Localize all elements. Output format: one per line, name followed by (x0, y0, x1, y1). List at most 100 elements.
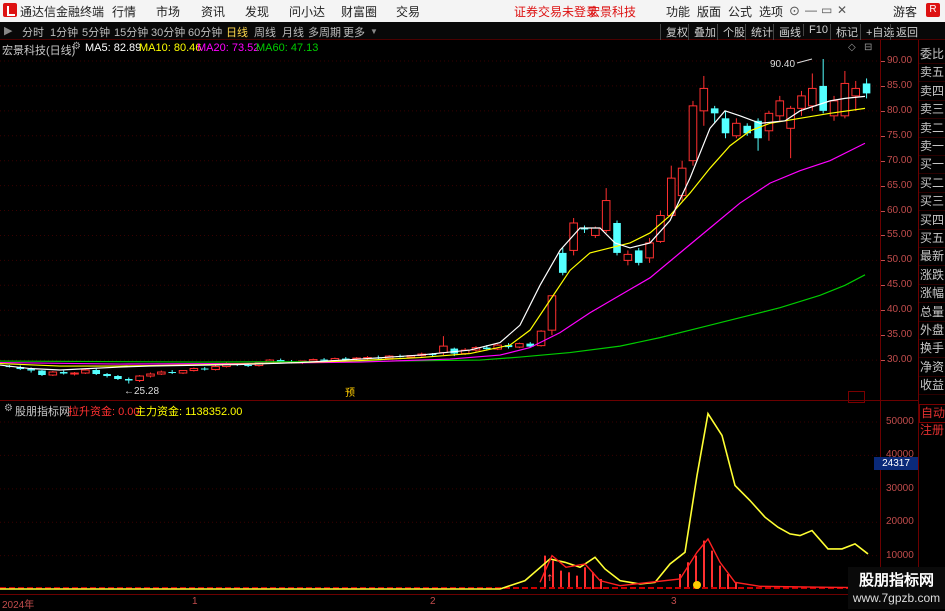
side-tab-9[interactable]: 买四 (919, 212, 945, 230)
side-tab-20[interactable]: 注册 (919, 422, 945, 439)
candle-down (114, 376, 122, 380)
side-tab-12[interactable]: 涨跌 (919, 267, 945, 285)
side-tab-1[interactable]: 卖五 (919, 64, 945, 83)
period-5min[interactable]: 5分钟 (82, 24, 110, 40)
side-tab-15[interactable]: 外盘 (919, 322, 945, 340)
candle-up (666, 177, 676, 217)
candle-up (48, 371, 58, 376)
indicator-line (0, 411, 869, 590)
menu-item-faxian[interactable]: 发现 (245, 3, 269, 20)
price-tick-mark (881, 210, 885, 212)
ma10-line (0, 107, 866, 367)
candle-up (515, 343, 524, 348)
side-tab-7[interactable]: 买二 (919, 175, 945, 193)
candle-up (601, 200, 611, 231)
btn-tongji[interactable]: 统计 (745, 24, 773, 40)
menu-item-jiaoyi[interactable]: 交易 (396, 3, 420, 20)
menu-item-gongshi[interactable]: 公式 (728, 3, 752, 20)
period-weekly[interactable]: 周线 (254, 24, 276, 40)
side-tab-2[interactable]: 卖四 (919, 83, 945, 101)
candle-up (189, 368, 199, 372)
login-warning[interactable]: 证券交易未登录 (514, 3, 598, 20)
user-label[interactable]: 游客 (893, 3, 917, 20)
price-tick-label: 85.00 (887, 79, 913, 91)
indicator-tick-label: 10000 (886, 549, 914, 561)
low-price-label: ←25.28 (124, 386, 159, 397)
side-tab-6[interactable]: 买一 (919, 156, 945, 175)
side-tab-13[interactable]: 涨幅 (919, 285, 945, 304)
help-icon[interactable]: ⊙ (789, 3, 800, 19)
r-badge[interactable]: R (926, 3, 940, 17)
side-tab-5[interactable]: 卖一 (919, 138, 945, 156)
btn-fuquan[interactable]: 复权 (660, 24, 688, 40)
restore-icon[interactable]: ▭ (821, 3, 832, 17)
more-dropdown-icon[interactable]: ▼ (370, 27, 378, 36)
close-icon[interactable]: ✕ (837, 3, 847, 17)
indicator-tick-label: 20000 (886, 516, 914, 528)
candle-up (81, 369, 90, 374)
side-tab-18[interactable]: 收益 (919, 377, 945, 396)
btn-f10[interactable]: F10 (803, 24, 828, 36)
candle-down (634, 250, 643, 263)
btn-diejia[interactable]: 叠加 (688, 24, 716, 40)
price-tick-mark (881, 85, 885, 87)
menu-item-wenxiaoda[interactable]: 问小达 (289, 3, 325, 20)
app-logo-icon (3, 3, 17, 17)
price-tick-label: 65.00 (887, 179, 913, 191)
menu-item-xuanxiang[interactable]: 选项 (759, 3, 783, 20)
price-tick-mark (881, 310, 885, 312)
price-tick-mark (881, 260, 885, 262)
side-tab-17[interactable]: 净资 (919, 359, 945, 377)
price-tick-label: 80.00 (887, 104, 913, 116)
menu-item-caifuquan[interactable]: 财富圈 (341, 3, 377, 20)
price-tick-label: 55.00 (887, 229, 913, 241)
side-tab-10[interactable]: 买五 (919, 230, 945, 248)
candle-up (157, 371, 166, 375)
ma20-line (0, 142, 866, 365)
ma5-line (0, 95, 866, 371)
period-1min[interactable]: 1分钟 (50, 24, 78, 40)
period-fenshi[interactable]: 分时 (22, 24, 44, 40)
btn-fanhui[interactable]: 返回 (890, 24, 918, 40)
side-tab-16[interactable]: 换手 (919, 340, 945, 359)
period-15min[interactable]: 15分钟 (114, 24, 148, 40)
period-more[interactable]: 更多 (343, 24, 365, 40)
price-axis: 90.00 85.00 80.00 75.00 70.00 65.00 60.00 55.00… (880, 40, 919, 401)
price-tick-label: 70.00 (887, 154, 913, 166)
period-30min[interactable]: 30分钟 (151, 24, 185, 40)
menu-item-gongneng[interactable]: 功能 (666, 3, 690, 20)
minimize-icon[interactable]: — (805, 3, 817, 17)
candle-up (178, 370, 188, 374)
btn-biaoji[interactable]: 标记 (830, 24, 858, 40)
menu-item-hangqing[interactable]: 行情 (112, 3, 136, 20)
menu-item-banmian[interactable]: 版面 (697, 3, 721, 20)
period-monthly[interactable]: 月线 (282, 24, 304, 40)
side-tab-8[interactable]: 买三 (919, 193, 945, 212)
candle-down (558, 252, 567, 273)
candle-up (808, 87, 817, 107)
price-tick-label: 35.00 (887, 329, 913, 341)
indicator-chart[interactable]: ↑ (0, 401, 880, 594)
watermark: 股朋指标网 www.7gpzb.com (848, 567, 945, 609)
candlestick-chart[interactable]: 90.40 ←25.28 预 (0, 40, 880, 401)
side-tab-3[interactable]: 卖三 (919, 101, 945, 120)
x-label-jan: 1 (192, 596, 198, 607)
period-multi[interactable]: 多周期 (308, 24, 341, 40)
btn-gegu[interactable]: 个股 (717, 24, 745, 40)
candle-up (439, 345, 448, 354)
candle-down (168, 372, 176, 374)
period-60min[interactable]: 60分钟 (188, 24, 222, 40)
side-tab-14[interactable]: 总量 (919, 304, 945, 322)
expand-icon[interactable]: ▶ (4, 24, 12, 37)
btn-huaxian[interactable]: 画线 (773, 24, 801, 40)
side-tab-0[interactable]: 委比 (919, 46, 945, 64)
candle-down (92, 370, 101, 375)
menu-item-zixun[interactable]: 资讯 (201, 3, 225, 20)
side-tab-19[interactable]: 自动 (919, 403, 945, 423)
period-daily[interactable]: 日线 (226, 24, 248, 40)
menu-item-shichang[interactable]: 市场 (156, 3, 180, 20)
candle-up (851, 87, 861, 97)
side-tab-4[interactable]: 卖二 (919, 120, 945, 138)
candle-down (59, 372, 68, 374)
side-tab-11[interactable]: 最新 (919, 248, 945, 267)
